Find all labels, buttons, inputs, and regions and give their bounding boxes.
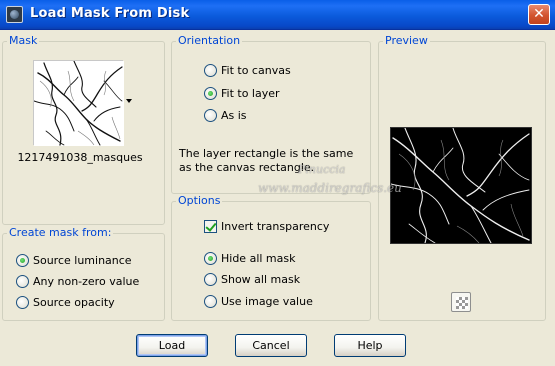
radio-button-icon (16, 275, 29, 288)
orientation-group-title: Orientation (176, 34, 243, 48)
load-mask-dialog: Load Mask From Disk ✕ Mask 1217491038_ma… (0, 0, 555, 366)
app-icon (6, 6, 23, 23)
radio-label: Source luminance (33, 254, 132, 267)
window-title: Load Mask From Disk (30, 6, 190, 21)
radio-button-icon (204, 64, 217, 77)
close-button[interactable]: ✕ (528, 4, 550, 25)
radio-label: Source opacity (33, 296, 115, 309)
checkbox-icon (204, 220, 217, 233)
radio-show-all-mask[interactable]: Show all mask (204, 273, 300, 286)
radio-label: Fit to layer (221, 87, 280, 100)
radio-button-icon (204, 252, 217, 265)
cancel-button[interactable]: Cancel (235, 334, 307, 357)
radio-label: Fit to canvas (221, 64, 291, 77)
radio-any-non-zero-value[interactable]: Any non-zero value (16, 275, 139, 288)
radio-label: Any non-zero value (33, 275, 140, 288)
preview-image (390, 127, 532, 244)
radio-hide-all-mask[interactable]: Hide all mask (204, 252, 295, 265)
orientation-note: The layer rectangle is the same as the c… (179, 147, 354, 174)
radio-label: Show all mask (221, 273, 301, 286)
radio-source-opacity[interactable]: Source opacity (16, 296, 115, 309)
help-button[interactable]: Help (334, 334, 406, 357)
title-bar[interactable]: Load Mask From Disk ✕ (0, 0, 555, 30)
radio-fit-to-canvas[interactable]: Fit to canvas (204, 64, 291, 77)
radio-button-icon (16, 254, 29, 267)
radio-button-icon (204, 109, 217, 122)
radio-label: Use image value (221, 295, 313, 308)
radio-as-is[interactable]: As is (204, 109, 247, 122)
radio-label: As is (221, 109, 247, 122)
mask-filename: 1217491038_masques (17, 151, 143, 164)
radio-button-icon (204, 273, 217, 286)
transparency-checker-button[interactable] (451, 292, 471, 312)
radio-button-icon (204, 87, 217, 100)
radio-use-image-value[interactable]: Use image value (204, 295, 313, 308)
radio-fit-to-layer[interactable]: Fit to layer (204, 87, 280, 100)
preview-image-drawing (390, 127, 531, 244)
radio-source-luminance[interactable]: Source luminance (16, 254, 132, 267)
mask-thumbnail-image (33, 60, 124, 146)
mask-thumbnail[interactable] (33, 60, 124, 146)
mask-dropdown-arrow-icon[interactable] (126, 99, 132, 103)
create-mask-from-title: Create mask from: (7, 226, 114, 240)
preview-group-title: Preview (383, 34, 430, 48)
invert-transparency-checkbox[interactable]: Invert transparency (204, 220, 329, 233)
radio-button-icon (16, 296, 29, 309)
checkbox-label: Invert transparency (221, 220, 330, 233)
load-button[interactable]: Load (136, 334, 208, 357)
mask-group-title: Mask (7, 34, 40, 48)
options-group-title: Options (176, 194, 223, 208)
radio-label: Hide all mask (221, 252, 296, 265)
checkerboard-icon (456, 297, 468, 309)
radio-button-icon (204, 295, 217, 308)
